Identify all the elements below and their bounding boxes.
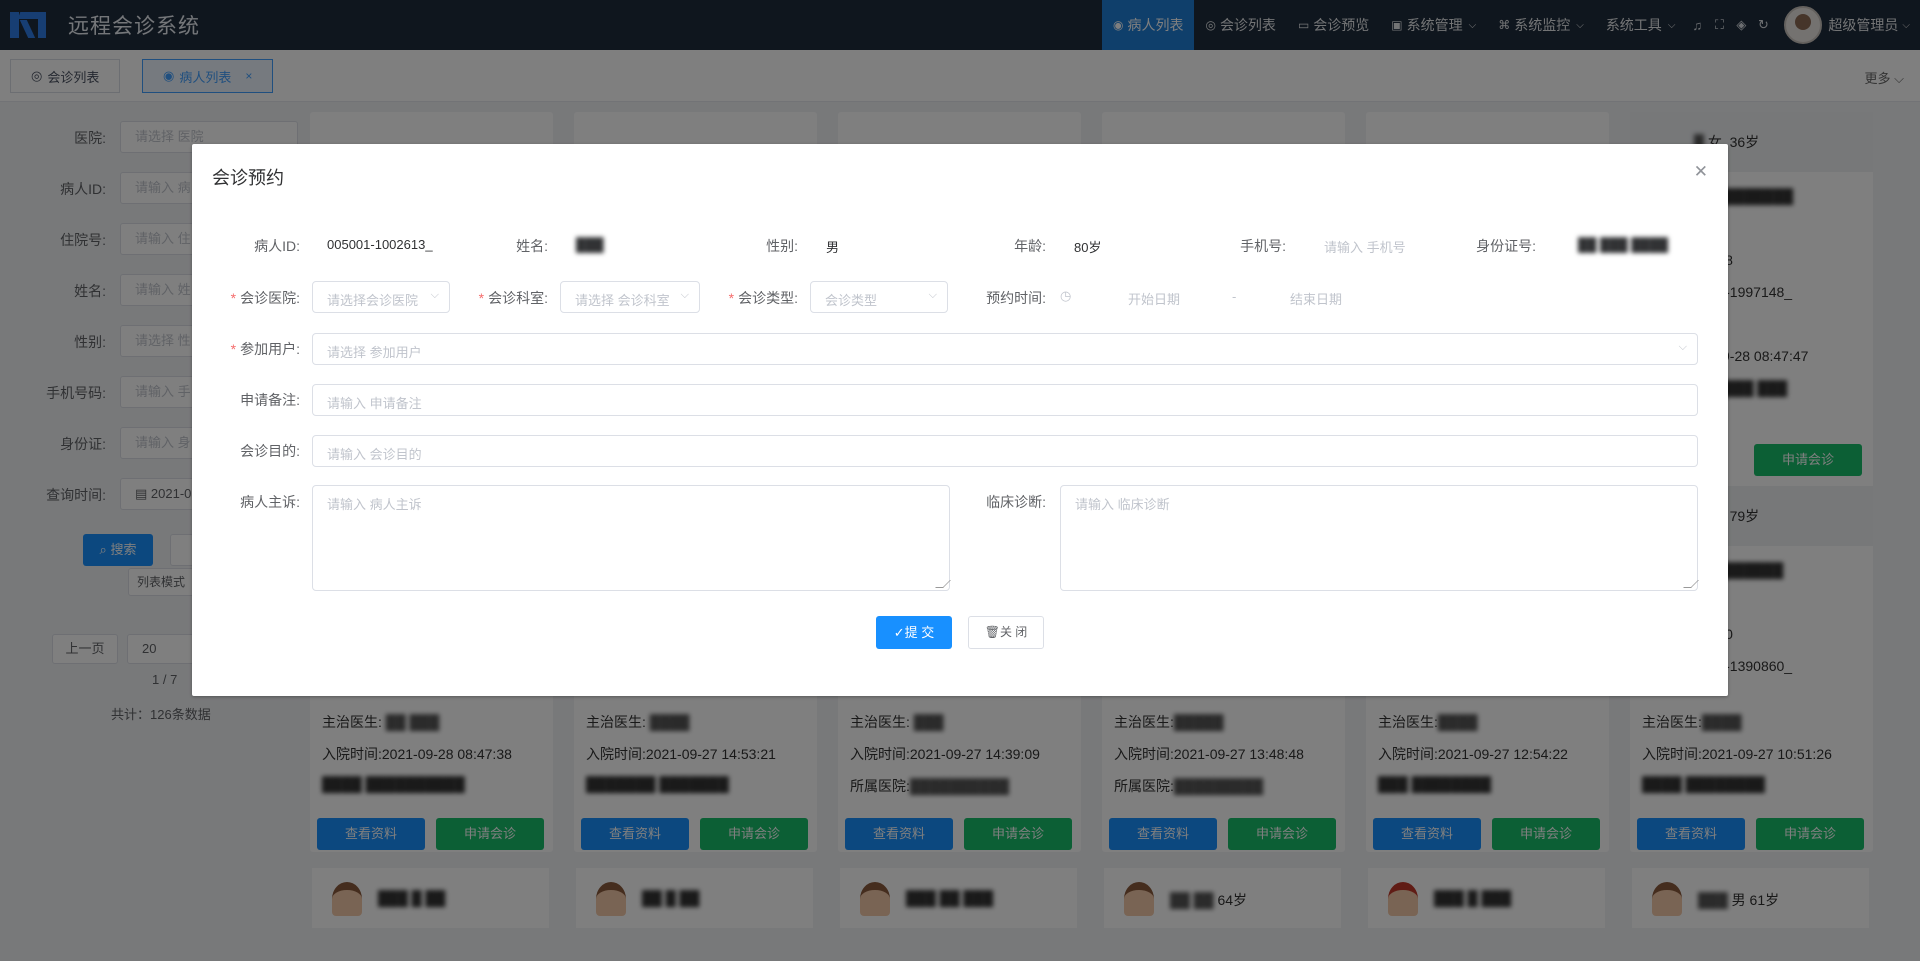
idcard-value: ██ ███ ████ [1578, 237, 1669, 252]
range-separator: - [1232, 289, 1237, 304]
participants-select[interactable]: 请选择 参加用户 ⌵ [312, 333, 1698, 365]
diagnosis-label: 临床诊断: [986, 494, 1046, 510]
consult-hospital-label: * 会诊医院: [230, 290, 300, 306]
resize-handle-icon[interactable] [935, 580, 951, 588]
purpose-input[interactable]: 请输入 会诊目的 [312, 435, 1698, 467]
submit-button[interactable]: ✓提 交 [876, 616, 952, 649]
appointment-date-range[interactable]: ◷ 开始日期 - 结束日期 [1060, 281, 1348, 313]
gender-label: 性别: [766, 238, 798, 254]
chevron-down-icon: ⌵ [430, 289, 439, 301]
consult-type-select[interactable]: 会诊类型 ⌵ [810, 281, 948, 313]
participants-label: * 参加用户: [230, 341, 300, 357]
consult-dept-label: * 会诊科室: [478, 290, 548, 306]
close-icon[interactable]: ✕ [1694, 162, 1708, 182]
consult-hospital-select[interactable]: 请选择会诊医院 ⌵ [312, 281, 450, 313]
appointment-time-label: 预约时间: [986, 290, 1046, 306]
complaint-label: 病人主诉: [240, 494, 300, 510]
start-date-input[interactable]: 开始日期 [1128, 289, 1180, 308]
diagnosis-textarea[interactable]: 请输入 临床诊断 [1060, 485, 1699, 591]
age-label: 年龄: [1014, 238, 1046, 254]
phone-label: 手机号: [1240, 238, 1286, 254]
consult-booking-dialog: 会诊预约 ✕ 病人ID: 005001-1002613_ 姓名: ███ 性别:… [192, 144, 1728, 696]
trash-icon: 🗑 [984, 625, 1000, 639]
remark-label: 申请备注: [240, 392, 300, 408]
idcard-label: 身份证号: [1476, 238, 1536, 254]
age-value: 80岁 [1074, 240, 1102, 255]
end-date-input[interactable]: 结束日期 [1290, 289, 1342, 308]
resize-handle-icon[interactable] [1683, 580, 1699, 588]
purpose-label: 会诊目的: [240, 443, 300, 459]
name-label: 姓名: [516, 238, 548, 254]
chevron-down-icon: ⌵ [928, 289, 937, 301]
patient-id-value: 005001-1002613_ [327, 237, 433, 252]
gender-value: 男 [826, 240, 840, 255]
dialog-title: 会诊预约 [212, 168, 284, 188]
name-value: ███ [576, 237, 604, 252]
remark-input[interactable]: 请输入 申请备注 [312, 384, 1698, 416]
complaint-textarea[interactable]: 请输入 病人主诉 [312, 485, 951, 591]
consult-dept-select[interactable]: 请选择 会诊科室 ⌵ [560, 281, 700, 313]
check-icon: ✓ [893, 625, 905, 640]
chevron-down-icon: ⌵ [1678, 341, 1687, 353]
chevron-down-icon: ⌵ [680, 289, 689, 301]
phone-input[interactable]: 请输入 手机号 [1324, 237, 1406, 256]
clock-icon: ◷ [1060, 288, 1072, 303]
patient-id-label: 病人ID: [254, 238, 300, 254]
consult-type-label: * 会诊类型: [728, 290, 798, 306]
close-button[interactable]: 🗑关 闭 [968, 616, 1044, 649]
